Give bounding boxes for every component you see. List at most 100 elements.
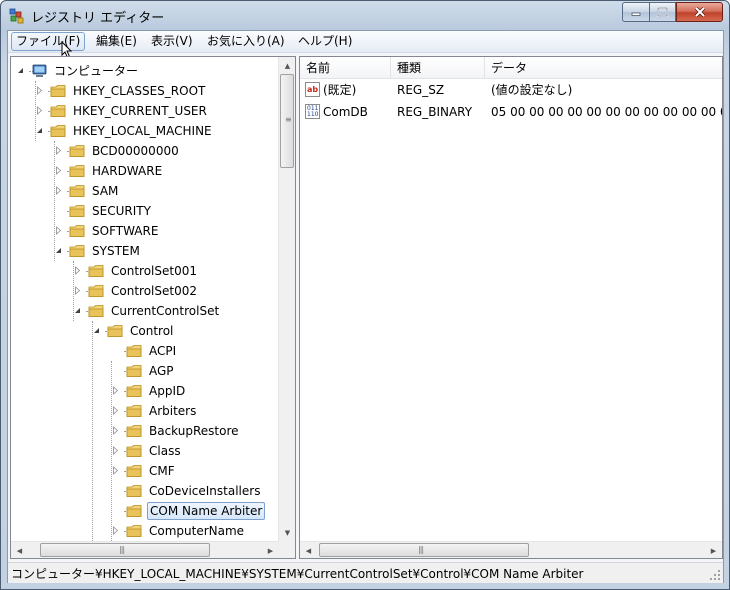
tree-node-label: AppID	[149, 384, 186, 398]
tree-node-root[interactable]: コンピューター	[16, 61, 140, 81]
tree-node-system[interactable]: SYSTEM	[54, 241, 142, 261]
value-data: 05 00 00 00 00 00 00 00 00 00 00 00 00	[491, 105, 723, 119]
scroll-left-arrow-icon[interactable]: ◀	[300, 542, 317, 558]
collapsed-arrow-icon[interactable]	[73, 266, 82, 275]
tree-node-arbiters[interactable]: Arbiters	[111, 401, 198, 421]
minimize-icon	[631, 12, 641, 16]
tree-node-label: HARDWARE	[92, 164, 163, 178]
expanded-arrow-icon[interactable]	[73, 306, 82, 315]
folder-icon	[126, 405, 142, 417]
tree-node-codevice[interactable]: CoDeviceInstallers	[111, 481, 262, 501]
expanded-arrow-icon[interactable]	[35, 126, 44, 135]
key-tree-pane[interactable]: コンピューター HKEY_CLASSES_ROOT HKEY_CURRENT_USE…	[10, 56, 296, 559]
tree-node-label: HKEY_LOCAL_MACHINE	[73, 124, 212, 138]
scroll-right-arrow-icon[interactable]: ▶	[705, 542, 722, 558]
tree-node-bcd[interactable]: BCD00000000	[54, 141, 181, 161]
string-value-icon: ab	[305, 82, 320, 97]
collapsed-arrow-icon[interactable]	[35, 86, 44, 95]
menu-help[interactable]: ヘルプ(H)	[293, 32, 357, 51]
expanded-arrow-icon[interactable]	[16, 66, 25, 75]
close-button[interactable]	[676, 2, 723, 22]
menu-favorites[interactable]: お気に入り(A)	[202, 32, 290, 51]
collapsed-arrow-icon[interactable]	[54, 226, 63, 235]
maximize-button[interactable]	[649, 2, 676, 22]
collapsed-arrow-icon[interactable]	[111, 386, 120, 395]
tree-node-computername[interactable]: ComputerName	[111, 521, 246, 541]
folder-open-icon	[107, 325, 123, 337]
tree-node-label: COM Name Arbiter	[147, 502, 266, 520]
tree-node-label: ControlSet001	[111, 264, 197, 278]
column-header-data[interactable]: データ	[485, 57, 722, 79]
folder-icon	[69, 145, 85, 157]
column-header-name[interactable]: 名前	[300, 57, 391, 79]
tree-vertical-scrollbar[interactable]: ▲ ≡ ▼	[278, 57, 295, 541]
tree-node-label: Control	[130, 324, 174, 338]
tree-node-class[interactable]: Class	[111, 441, 183, 461]
scroll-right-arrow-icon[interactable]: ▶	[262, 542, 279, 558]
scrollbar-corner	[278, 541, 295, 558]
folder-open-icon	[50, 125, 66, 137]
computer-icon	[32, 64, 47, 77]
folder-open-icon	[88, 305, 104, 317]
minimize-button[interactable]	[622, 2, 649, 22]
tree-node-sam[interactable]: SAM	[54, 181, 120, 201]
collapsed-arrow-icon[interactable]	[111, 466, 120, 475]
scroll-thumb[interactable]: ≡	[280, 74, 294, 168]
collapsed-arrow-icon[interactable]	[54, 166, 63, 175]
title-bar[interactable]: レジストリ エディター	[1, 1, 729, 31]
collapsed-arrow-icon[interactable]	[111, 406, 120, 415]
value-row[interactable]: ab (既定) REG_SZ (値の設定なし)	[300, 79, 722, 101]
grip-icon: ≡	[285, 115, 292, 124]
scroll-down-arrow-icon[interactable]: ▼	[279, 524, 295, 541]
menu-edit[interactable]: 編集(E)	[91, 32, 142, 51]
tree-node-acpi[interactable]: ACPI	[111, 341, 178, 361]
tree-node-cmf[interactable]: CMF	[111, 461, 177, 481]
tree-horizontal-scrollbar[interactable]: ◀ ||| ▶	[11, 541, 279, 558]
scroll-thumb[interactable]: |||	[319, 543, 529, 557]
collapsed-arrow-icon[interactable]	[111, 526, 120, 535]
column-header-type[interactable]: 種類	[391, 57, 485, 79]
tree-node-label: BCD00000000	[92, 144, 179, 158]
tree-node-label: ACPI	[149, 344, 177, 358]
tree-node-cs001[interactable]: ControlSet001	[73, 261, 199, 281]
tree-node-appid[interactable]: AppID	[111, 381, 187, 401]
tree-node-hklm[interactable]: HKEY_LOCAL_MACHINE	[35, 121, 214, 141]
scroll-thumb[interactable]: |||	[40, 543, 210, 557]
value-row[interactable]: 011 110 ComDB REG_BINARY 05 00 00 00 00 0…	[300, 101, 723, 123]
expanded-arrow-icon[interactable]	[92, 326, 101, 335]
tree-node-hkcr[interactable]: HKEY_CLASSES_ROOT	[35, 81, 207, 101]
tree-node-security[interactable]: SECURITY	[54, 201, 153, 221]
expanded-arrow-icon[interactable]	[54, 246, 63, 255]
folder-icon	[126, 485, 142, 497]
tree-node-backup[interactable]: BackupRestore	[111, 421, 241, 441]
collapsed-arrow-icon[interactable]	[73, 286, 82, 295]
key-tree: コンピューター HKEY_CLASSES_ROOT HKEY_CURRENT_USE…	[11, 57, 279, 541]
menu-file[interactable]: ファイル(F)	[11, 32, 86, 51]
client-area: ファイル(F) 編集(E) 表示(V) お気に入り(A) ヘルプ(H) コンピュ…	[7, 30, 724, 583]
tree-node-label: CurrentControlSet	[111, 304, 220, 318]
menu-view[interactable]: 表示(V)	[146, 32, 198, 51]
collapsed-arrow-icon[interactable]	[54, 146, 63, 155]
menu-bar: ファイル(F) 編集(E) 表示(V) お気に入り(A) ヘルプ(H)	[8, 31, 723, 59]
collapsed-arrow-icon[interactable]	[111, 446, 120, 455]
tree-node-hardware[interactable]: HARDWARE	[54, 161, 164, 181]
tree-node-software[interactable]: SOFTWARE	[54, 221, 160, 241]
collapsed-arrow-icon[interactable]	[111, 426, 120, 435]
tree-node-label: BackupRestore	[149, 424, 239, 438]
scroll-up-arrow-icon[interactable]: ▲	[279, 57, 295, 74]
list-horizontal-scrollbar[interactable]: ◀ ||| ▶	[300, 541, 722, 558]
tree-node-cs002[interactable]: ControlSet002	[73, 281, 199, 301]
tree-node-label: HKEY_CURRENT_USER	[73, 104, 207, 118]
scroll-left-arrow-icon[interactable]: ◀	[11, 542, 28, 558]
collapsed-arrow-icon[interactable]	[35, 106, 44, 115]
tree-node-agp[interactable]: AGP	[111, 361, 176, 381]
collapsed-arrow-icon[interactable]	[54, 186, 63, 195]
tree-node-hkcu[interactable]: HKEY_CURRENT_USER	[35, 101, 209, 121]
tree-node-label: コンピューター	[54, 64, 139, 78]
tree-node-label: SOFTWARE	[92, 224, 159, 238]
resize-grip-icon[interactable]	[709, 569, 721, 581]
value-list-pane[interactable]: 名前 種類 データ ab (既定) REG_SZ (値の設定なし) 011 110…	[299, 56, 723, 559]
tree-node-control[interactable]: Control	[92, 321, 175, 341]
tree-node-comname[interactable]: COM Name Arbiter	[111, 501, 266, 521]
tree-node-ccs[interactable]: CurrentControlSet	[73, 301, 221, 321]
